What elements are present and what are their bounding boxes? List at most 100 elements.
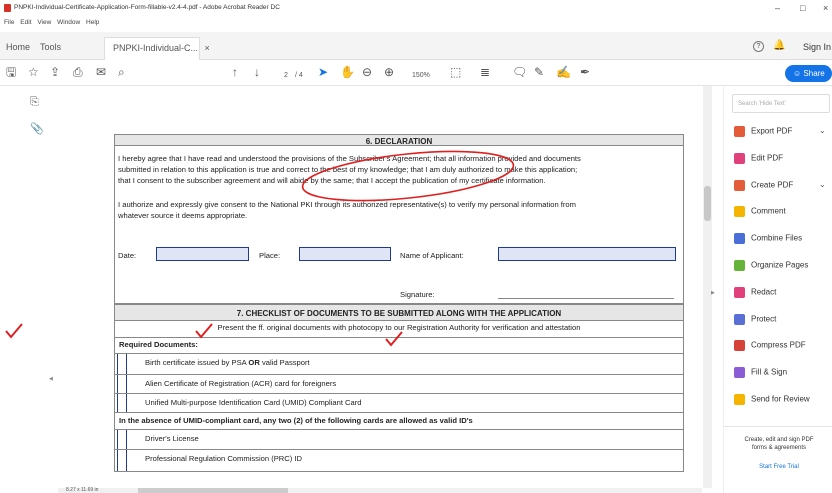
tool-organize-pages[interactable]: Organize Pages (734, 260, 808, 276)
tool-export-pdf[interactable]: Export PDF ⌄ (734, 126, 826, 142)
email-icon[interactable]: ✉ (96, 65, 106, 79)
tool-send-for-review[interactable]: Send for Review (734, 394, 810, 410)
tool-comment[interactable]: Comment (734, 206, 786, 222)
declaration-line-3: that I consent to the subscriber agreeme… (118, 176, 546, 185)
print-icon[interactable]: ⎙ (73, 65, 83, 79)
document-view[interactable]: 6. DECLARATION I hereby agree that I hav… (58, 86, 702, 488)
fit-page-icon[interactable]: ⬚ (450, 65, 461, 79)
search-icon[interactable]: ⌕ (118, 65, 125, 79)
vertical-scrollbar[interactable] (703, 86, 712, 488)
tool-fill-sign[interactable]: Fill & Sign (734, 367, 787, 383)
zoom-out-icon[interactable]: ⊖ (362, 65, 372, 79)
attachment-icon[interactable]: 📎 (30, 122, 44, 135)
checkbox-prc-id[interactable] (117, 450, 127, 471)
toolbar: 🖫 ☆ ⇪ ⎙ ✉ ⌕ ↑ ↓ 2 / 4 ➤ ✋ ⊖ ⊕ 150% ⬚ ≣ 🗨… (0, 60, 832, 86)
redact-icon (734, 286, 745, 298)
checkbox-birth-cert[interactable] (117, 354, 127, 374)
acr-text: Alien Certificate of Registration (ACR) … (145, 379, 337, 388)
tool-label: Send for Review (751, 394, 810, 404)
tab-document-label: PNPKI-Individual-C... (113, 43, 199, 53)
promo-line-1: Create, edit and sign PDF (744, 437, 814, 443)
fill-sign-icon[interactable]: ✒ (580, 65, 590, 79)
start-free-trial-link[interactable]: Start Free Trial (728, 464, 830, 470)
tab-close-icon[interactable]: × (205, 43, 210, 53)
scroll-mode-icon[interactable]: ≣ (480, 65, 490, 79)
checkbox-umid[interactable] (117, 394, 127, 412)
tool-protect[interactable]: Protect (734, 313, 776, 330)
sign-icon[interactable]: ✍ (556, 65, 571, 79)
declaration-line-2: submitted in relation to this applicatio… (118, 165, 578, 174)
tool-label: Redact (751, 287, 777, 297)
place-field[interactable] (299, 247, 391, 261)
page-thumbnails-icon[interactable]: ⎘ (30, 96, 39, 109)
declaration-line-1: I hereby agree that I have read and unde… (118, 154, 581, 163)
required-documents-label: Required Documents: (114, 338, 684, 354)
acrobat-icon (4, 4, 11, 12)
menu-edit[interactable]: Edit (20, 19, 31, 26)
comment-icon (734, 206, 745, 218)
tool-label: Export PDF (751, 126, 793, 136)
consent-line-1: I authorize and expressly give consent t… (118, 200, 576, 209)
hand-tool-icon[interactable]: ✋ (340, 65, 355, 79)
menu-file[interactable]: File (4, 19, 14, 26)
tab-bar: Home Tools PNPKI-Individual-C... × ? 🔔 S… (0, 32, 832, 60)
maximize-button[interactable]: □ (800, 3, 805, 13)
vertical-scroll-thumb[interactable] (704, 186, 711, 221)
tool-compress-pdf[interactable]: Compress PDF (734, 340, 806, 356)
edit-pdf-icon (734, 152, 745, 164)
zoom-level-select[interactable]: 150% (412, 69, 430, 83)
page-total: / 4 (295, 72, 303, 79)
pane-divider (724, 426, 832, 427)
prev-page-icon[interactable]: ↑ (232, 65, 238, 79)
share-button[interactable]: ☺ Share (785, 65, 832, 82)
collapse-left-icon[interactable]: ◀ (49, 376, 53, 382)
signature-label: Signature: (400, 290, 435, 299)
tab-home[interactable]: Home (6, 42, 30, 52)
applicant-name-field[interactable] (498, 247, 676, 261)
menu-window[interactable]: Window (57, 19, 80, 26)
left-rail: ⎘ 📎 ◀ (0, 86, 53, 493)
upload-icon[interactable]: ⇪ (50, 65, 60, 79)
promo-line-2: forms & agreements (751, 445, 807, 451)
share-user-icon: ☺ (793, 69, 802, 78)
help-icon[interactable]: ? (753, 41, 764, 52)
next-page-icon[interactable]: ↓ (254, 65, 260, 79)
signature-line[interactable] (498, 298, 674, 299)
date-field[interactable] (156, 247, 249, 261)
tool-edit-pdf[interactable]: Edit PDF (734, 152, 783, 169)
tool-create-pdf[interactable]: Create PDF ⌄ (734, 179, 826, 196)
tool-redact[interactable]: Redact (734, 286, 777, 303)
horizontal-scroll-thumb[interactable] (138, 488, 288, 493)
compress-pdf-icon (734, 340, 745, 352)
save-icon[interactable]: 🖫 (6, 65, 16, 79)
horizontal-scrollbar[interactable] (58, 488, 702, 493)
menu-help[interactable]: Help (86, 19, 99, 26)
pdf-page: 6. DECLARATION I hereby agree that I hav… (58, 86, 702, 488)
menu-view[interactable]: View (37, 19, 51, 26)
tool-label: Comment (751, 207, 786, 216)
tab-document[interactable]: PNPKI-Individual-C... × (104, 37, 210, 60)
umid-text: Unified Multi-purpose Identification Car… (145, 398, 362, 407)
tool-combine-files[interactable]: Combine Files (734, 233, 802, 249)
highlight-pen-icon[interactable]: ✎ (534, 65, 544, 79)
zoom-in-icon[interactable]: ⊕ (384, 65, 394, 79)
chevron-down-icon[interactable]: ⌄ (819, 126, 826, 135)
checklist-item: Birth certificate issued by PSA OR valid… (114, 354, 684, 375)
checkbox-acr[interactable] (117, 375, 127, 393)
tools-search-input[interactable]: Search 'Hide Text' (732, 94, 830, 113)
tab-tools[interactable]: Tools (40, 42, 61, 52)
expand-right-pane-icon[interactable]: ▶ (711, 290, 715, 296)
checkbox-drivers-license[interactable] (117, 430, 127, 449)
promo-text: Create, edit and sign PDF forms & agreem… (728, 436, 830, 452)
close-button[interactable]: × (823, 3, 828, 13)
comment-icon[interactable]: 🗨 (512, 65, 527, 79)
checklist-item: Alien Certificate of Registration (ACR) … (114, 375, 684, 394)
select-tool-icon[interactable]: ➤ (318, 65, 328, 79)
chevron-down-icon[interactable]: ⌄ (819, 180, 826, 189)
minimize-button[interactable]: – (775, 3, 780, 13)
bell-icon[interactable]: 🔔 (773, 40, 785, 51)
sign-in-link[interactable]: Sign In (803, 42, 831, 52)
protect-icon (734, 313, 745, 325)
page-number-input[interactable]: 2 (284, 69, 288, 83)
bookmark-star-icon[interactable]: ☆ (28, 65, 39, 79)
